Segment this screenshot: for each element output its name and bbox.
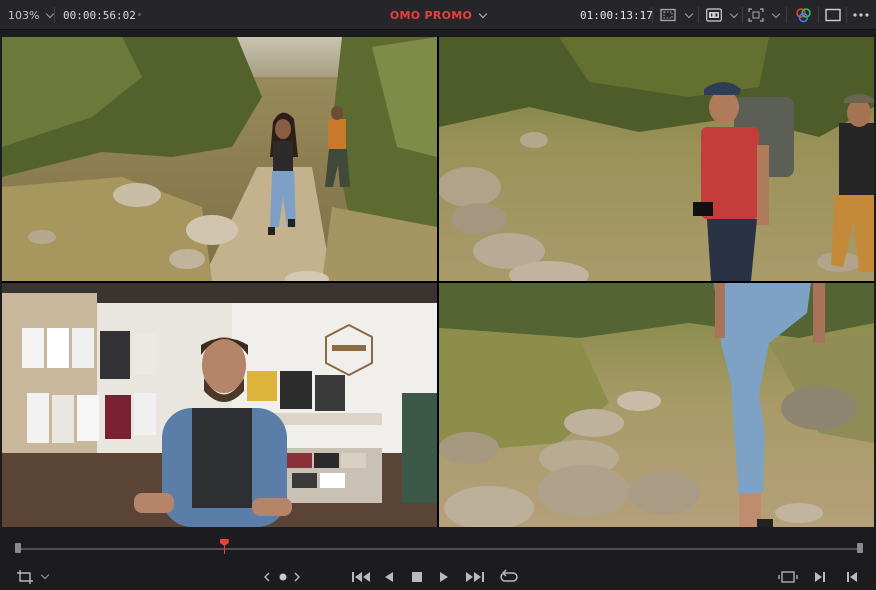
loop-button[interactable] xyxy=(499,566,519,588)
scrubber-end-handle[interactable] xyxy=(857,543,863,553)
chevron-down-icon xyxy=(478,9,488,18)
divider xyxy=(698,7,699,23)
chevron-down-icon xyxy=(771,9,781,18)
camera-angle-image xyxy=(2,283,437,527)
divider xyxy=(54,7,55,23)
source-timecode[interactable]: 00:00:56:02 xyxy=(63,0,136,30)
jog-button[interactable] xyxy=(278,566,288,588)
playhead[interactable] xyxy=(219,539,229,546)
safe-area-icon xyxy=(660,8,676,22)
next-clip-button[interactable] xyxy=(292,566,302,588)
mark-in-button[interactable] xyxy=(813,566,827,588)
hd-quality-icon xyxy=(706,8,722,22)
scrubber-track[interactable] xyxy=(18,548,860,550)
angle-1-trail-hiker[interactable] xyxy=(2,37,437,281)
aspect-dropdown[interactable] xyxy=(40,566,50,588)
timeline-dropdown[interactable]: OMO PROMO xyxy=(389,8,488,22)
transport-controls xyxy=(0,562,876,590)
safe-area-button[interactable] xyxy=(660,7,694,23)
next-clip-icon xyxy=(294,572,300,582)
options-icon xyxy=(853,13,869,17)
divider xyxy=(652,7,653,23)
record-timecode[interactable]: 01:00:13:17 xyxy=(580,0,653,30)
color-wheel-icon xyxy=(796,8,811,23)
scrubber-start-handle[interactable] xyxy=(15,543,21,553)
go-to-start-icon xyxy=(352,572,370,582)
prev-clip-button[interactable] xyxy=(262,566,272,588)
reverse-play-button[interactable] xyxy=(383,566,395,588)
stop-button[interactable] xyxy=(410,566,424,588)
jog-dot-icon xyxy=(279,573,287,581)
reverse-play-icon xyxy=(385,572,393,582)
camera-angle-image xyxy=(439,37,874,281)
divider xyxy=(846,7,847,23)
multicam-viewer[interactable] xyxy=(2,37,874,527)
zoom-level: 103% xyxy=(8,8,40,22)
camera-angle-image xyxy=(439,283,874,527)
chevron-down-icon xyxy=(40,570,50,580)
mark-in-icon xyxy=(815,572,825,582)
chevron-down-icon xyxy=(729,9,739,18)
divider xyxy=(818,7,819,23)
scrubber[interactable] xyxy=(0,530,876,558)
divider xyxy=(742,7,743,23)
aspect-icon xyxy=(17,570,33,584)
angle-4-trail-closeup[interactable] xyxy=(439,283,874,527)
mark-out-icon xyxy=(847,572,857,582)
go-to-end-button[interactable] xyxy=(465,566,485,588)
angle-2-hikers-talking[interactable] xyxy=(439,37,874,281)
go-to-end-icon xyxy=(466,572,484,582)
transform-icon xyxy=(748,8,764,22)
play-button[interactable] xyxy=(438,566,450,588)
stop-icon xyxy=(412,572,422,582)
match-frame-icon xyxy=(778,571,798,583)
viewer-mode-button[interactable] xyxy=(825,7,841,23)
transform-button[interactable] xyxy=(748,7,781,23)
timeline-name: OMO PROMO xyxy=(389,8,473,22)
quality-button[interactable] xyxy=(706,7,739,23)
viewer-header: 103% 00:00:56:02 OMO PROMO 01:00:13:17 xyxy=(0,0,876,30)
loop-icon xyxy=(500,569,518,582)
options-button[interactable] xyxy=(852,7,870,23)
color-button[interactable] xyxy=(795,7,812,23)
chevron-down-icon xyxy=(684,9,694,18)
angle-3-shop-interview[interactable] xyxy=(2,283,437,527)
divider xyxy=(786,7,787,23)
go-to-start-button[interactable] xyxy=(351,566,371,588)
prev-clip-icon xyxy=(264,572,270,582)
single-viewer-icon xyxy=(825,8,841,22)
camera-angle-image xyxy=(2,37,437,281)
match-frame-button[interactable] xyxy=(778,566,798,588)
aspect-button[interactable] xyxy=(16,566,34,588)
dots-icon[interactable] xyxy=(138,13,141,16)
zoom-dropdown[interactable]: 103% xyxy=(8,0,55,30)
play-icon xyxy=(440,572,448,582)
mark-out-button[interactable] xyxy=(845,566,859,588)
